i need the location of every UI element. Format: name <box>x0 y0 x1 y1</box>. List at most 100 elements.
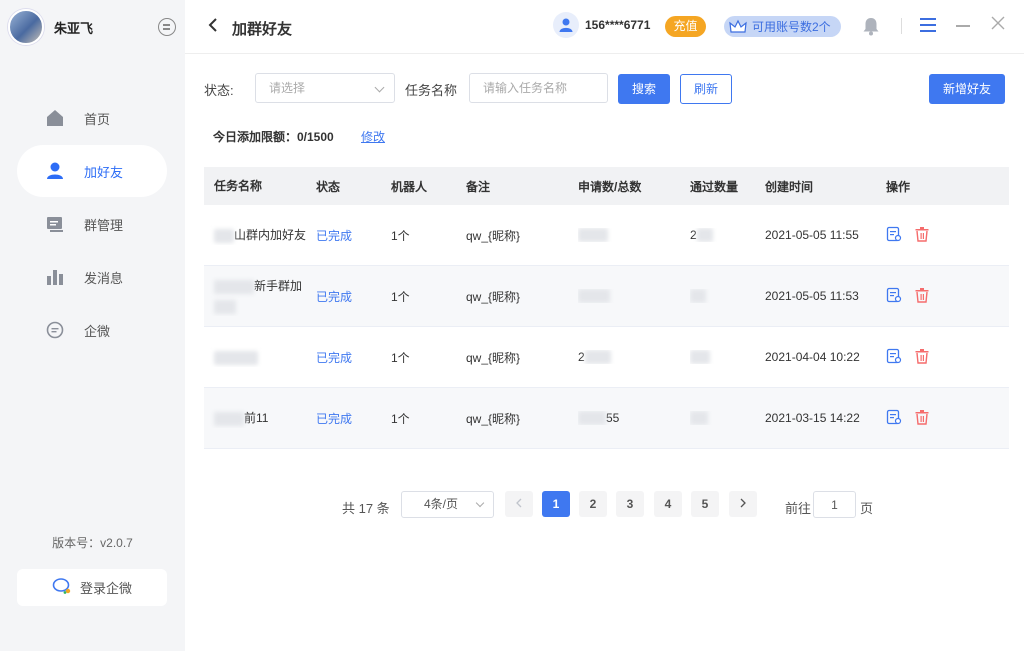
close-icon[interactable] <box>991 16 1005 30</box>
actions-cell <box>886 409 1006 428</box>
goto-label: 前往 <box>785 501 812 516</box>
apply-count-cell <box>578 228 690 243</box>
available-accounts-label: 可用账号数2个 <box>752 20 831 34</box>
created-time-cell: 2021-04-04 10:22 <box>765 350 860 364</box>
pagination: 共 17 条 4条/页 1 2 3 4 5 前往 页 <box>0 491 1024 519</box>
status-select-placeholder: 请选择 <box>269 81 306 95</box>
note-cell: qw_{昵称} <box>466 411 521 426</box>
table-row: 山群内加好友 已完成 1个 qw_{昵称} 2 2021-05-05 11:55 <box>204 205 1009 266</box>
task-name-input[interactable] <box>469 73 608 103</box>
status-select[interactable]: 请选择 <box>255 73 395 103</box>
modify-limit-link[interactable]: 修改 <box>361 128 385 145</box>
view-detail-icon[interactable] <box>886 287 902 306</box>
created-time-cell: 2021-05-05 11:55 <box>765 228 859 242</box>
apply-count-cell: 2 <box>578 350 690 365</box>
task-name-cell <box>204 347 316 367</box>
delete-icon[interactable] <box>914 287 930 306</box>
page-button-2[interactable]: 2 <box>579 491 607 517</box>
group-manage-icon <box>45 214 65 234</box>
bar-chart-icon <box>45 267 65 287</box>
chevron-down-icon <box>475 498 485 508</box>
passed-count-cell <box>690 411 765 426</box>
task-name-label: 任务名称 <box>405 83 458 98</box>
sidebar-item-label: 加好友 <box>84 164 124 180</box>
prev-page-button[interactable] <box>505 491 533 517</box>
page-size-select[interactable]: 4条/页 <box>401 491 494 518</box>
menu-icon[interactable] <box>920 18 936 32</box>
recharge-button[interactable]: 充值 <box>665 16 706 37</box>
status-cell: 已完成 <box>316 411 353 426</box>
delete-icon[interactable] <box>914 226 930 245</box>
sidebar-item-wecom[interactable]: 企微 <box>17 304 167 356</box>
account-info[interactable]: 156****6771 <box>553 12 650 38</box>
sidebar-item-home[interactable]: 首页 <box>17 92 167 144</box>
actions-cell <box>886 226 1006 245</box>
passed-count-cell: 2 <box>690 228 765 243</box>
top-header: 加群好友 156****6771 充值 可用账号数2个 <box>185 0 1024 54</box>
table-row: 已完成 1个 qw_{昵称} 2 2021-04-04 10:22 <box>204 327 1009 388</box>
page-title: 加群好友 <box>232 21 293 38</box>
daily-limit-text: 今日添加限额：0/1500 <box>213 130 334 144</box>
sidebar-item-label: 企微 <box>84 323 111 339</box>
status-filter-label: 状态: <box>204 83 234 98</box>
task-name-cell: 前11 <box>204 408 316 428</box>
home-icon <box>45 108 65 128</box>
column-header: 备注 <box>466 179 491 194</box>
chevron-left-icon <box>516 498 522 508</box>
view-detail-icon[interactable] <box>886 348 902 367</box>
chevron-right-icon <box>740 498 746 508</box>
table-row: 新手群加 已完成 1个 qw_{昵称} 2021-05-05 11:53 <box>204 266 1009 327</box>
table-header: 任务名称 状态 机器人 备注 申请数/总数 通过数量 创建时间 操作 <box>204 167 1009 205</box>
wecom-logo-icon <box>52 577 72 598</box>
task-table: 任务名称 状态 机器人 备注 申请数/总数 通过数量 创建时间 操作 山群内加好… <box>204 167 1009 449</box>
next-page-button[interactable] <box>729 491 757 517</box>
version-label: 版本号：v2.0.7 <box>52 536 133 550</box>
page-button-4[interactable]: 4 <box>654 491 682 517</box>
sidebar-item-send-message[interactable]: 发消息 <box>17 251 167 303</box>
status-cell: 已完成 <box>316 228 353 243</box>
task-name-cell: 新手群加 <box>204 276 316 316</box>
column-header: 创建时间 <box>765 179 814 194</box>
page-button-5[interactable]: 5 <box>691 491 719 517</box>
user-profile[interactable]: 朱亚飞 <box>8 8 178 46</box>
view-detail-icon[interactable] <box>886 409 902 428</box>
actions-cell <box>886 348 1006 367</box>
sidebar: 朱亚飞 首页 加好友 群管理 发消息 企微 版本号：v2.0.7 登录企微 <box>0 0 185 651</box>
collapse-menu-icon[interactable] <box>158 18 176 36</box>
add-friend-button[interactable]: 新增好友 <box>929 74 1005 104</box>
login-wecom-button[interactable]: 登录企微 <box>17 569 167 606</box>
sidebar-item-group-manage[interactable]: 群管理 <box>17 198 167 250</box>
minimize-icon[interactable] <box>956 25 970 27</box>
sidebar-nav: 首页 加好友 群管理 发消息 企微 <box>17 92 167 357</box>
goto-page-input[interactable] <box>813 491 856 518</box>
column-header: 机器人 <box>391 179 428 194</box>
notification-bell-icon[interactable] <box>862 16 880 39</box>
chevron-down-icon <box>374 82 385 93</box>
avatar[interactable] <box>8 9 44 45</box>
sidebar-item-label: 首页 <box>84 111 111 127</box>
view-detail-icon[interactable] <box>886 226 902 245</box>
user-icon <box>45 161 65 181</box>
column-header: 状态 <box>316 179 341 194</box>
delete-icon[interactable] <box>914 409 930 428</box>
page-unit-label: 页 <box>860 501 874 516</box>
robot-cell: 1个 <box>391 228 410 243</box>
login-wecom-label: 登录企微 <box>79 581 132 596</box>
search-button[interactable]: 搜索 <box>618 74 670 104</box>
sidebar-item-add-friend[interactable]: 加好友 <box>17 145 167 197</box>
page-button-1[interactable]: 1 <box>542 491 570 517</box>
robot-cell: 1个 <box>391 350 410 365</box>
chat-icon <box>45 320 65 340</box>
status-cell: 已完成 <box>316 289 353 304</box>
available-accounts-badge[interactable]: 可用账号数2个 <box>724 16 841 37</box>
back-arrow-icon[interactable] <box>207 17 223 35</box>
refresh-button[interactable]: 刷新 <box>680 74 732 104</box>
note-cell: qw_{昵称} <box>466 350 521 365</box>
page-button-3[interactable]: 3 <box>616 491 644 517</box>
user-name: 朱亚飞 <box>54 20 94 36</box>
delete-icon[interactable] <box>914 348 930 367</box>
account-phone: 156****6771 <box>585 18 651 32</box>
note-cell: qw_{昵称} <box>466 228 521 243</box>
robot-cell: 1个 <box>391 411 410 426</box>
status-cell: 已完成 <box>316 350 353 365</box>
